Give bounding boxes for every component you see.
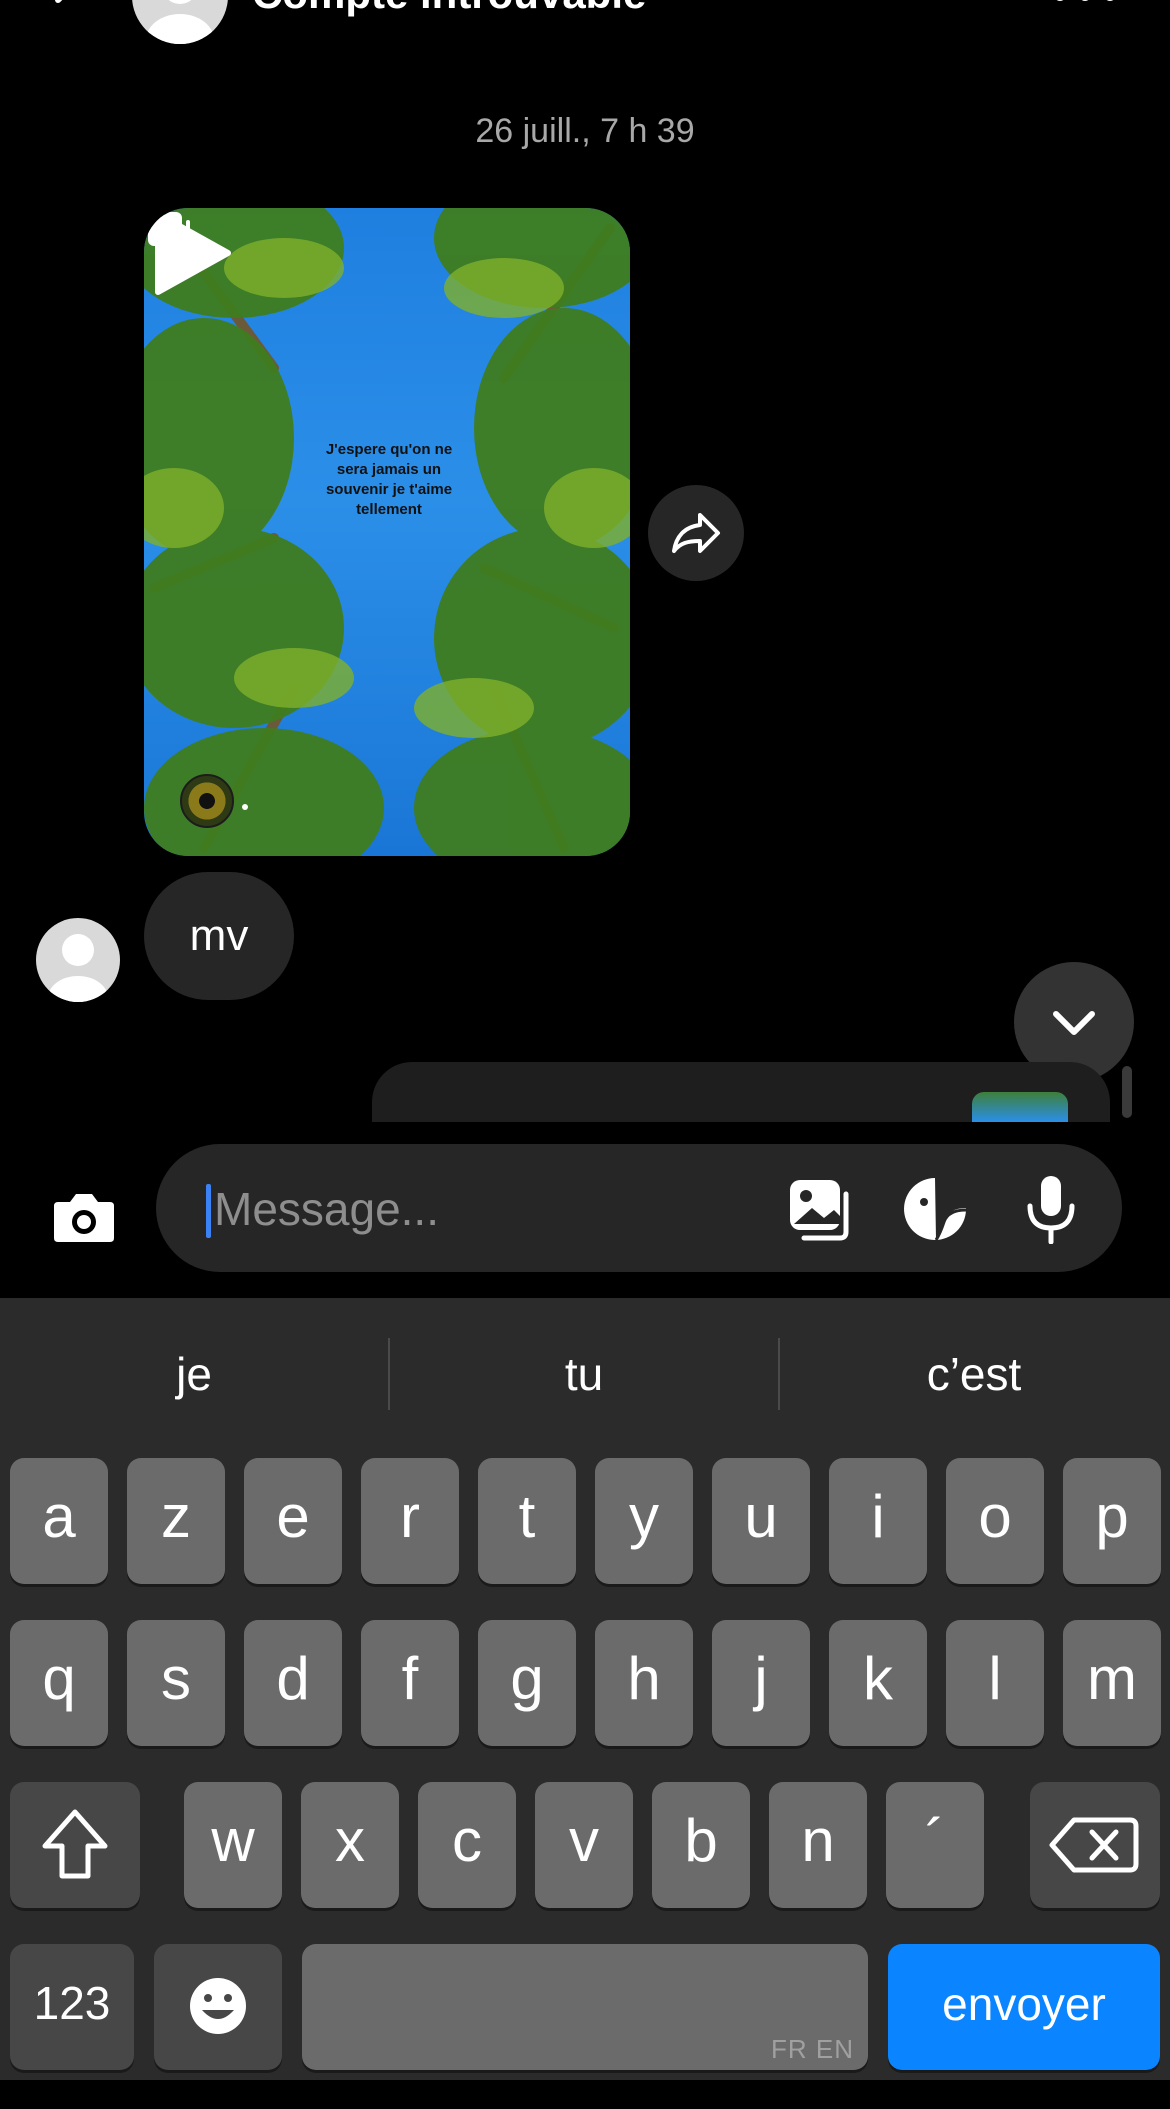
emoji-key[interactable] (154, 1944, 282, 2070)
sticker-icon[interactable] (900, 1174, 970, 1244)
backspace-icon (1049, 1817, 1139, 1873)
chat-header: Compte introuvable (0, 0, 1170, 44)
keyboard: je tu c’est a z e r t y u i o p q s d f … (0, 1298, 1170, 2080)
key-t[interactable]: t (478, 1458, 576, 1584)
partial-thumbnail (972, 1092, 1068, 1122)
key-accent[interactable]: ´ (886, 1782, 984, 1908)
camera-icon (54, 1194, 114, 1242)
back-arrow-icon[interactable] (38, 0, 98, 30)
microphone-icon[interactable] (1016, 1174, 1086, 1244)
key-u[interactable]: u (712, 1458, 810, 1584)
message-input[interactable] (212, 1166, 736, 1252)
key-x[interactable]: x (301, 1782, 399, 1908)
message-bubble[interactable]: mv (144, 872, 294, 1000)
key-c[interactable]: c (418, 1782, 516, 1908)
message-field[interactable] (156, 1144, 1122, 1272)
key-y[interactable]: y (595, 1458, 693, 1584)
default-avatar-icon (146, 0, 214, 44)
key-i[interactable]: i (829, 1458, 927, 1584)
message-composer (0, 1122, 1170, 1298)
key-j[interactable]: j (712, 1620, 810, 1746)
key-l[interactable]: l (946, 1620, 1044, 1746)
key-k[interactable]: k (829, 1620, 927, 1746)
send-key[interactable]: envoyer (888, 1944, 1160, 2070)
key-p[interactable]: p (1063, 1458, 1161, 1584)
keyboard-languages: FR EN (771, 2034, 854, 2064)
contact-name[interactable]: Compte introuvable (252, 0, 646, 18)
key-z[interactable]: z (127, 1458, 225, 1584)
more-options-icon[interactable] (1050, 0, 1120, 10)
reel-author-avatar (180, 774, 234, 828)
avatar[interactable] (132, 0, 228, 44)
key-s[interactable]: s (127, 1620, 225, 1746)
key-v[interactable]: v (535, 1782, 633, 1908)
shared-reel[interactable]: J'espere qu'on ne sera jamais un souveni… (144, 208, 630, 856)
key-w[interactable]: w (184, 1782, 282, 1908)
suggestion-2[interactable]: tu (390, 1338, 778, 1410)
text-caret (206, 1184, 211, 1238)
shift-icon (42, 1809, 108, 1879)
message-text: mv (189, 911, 249, 960)
key-m[interactable]: m (1063, 1620, 1161, 1746)
key-b[interactable]: b (652, 1782, 750, 1908)
reel-overlay-text: J'espere qu'on ne sera jamais un souveni… (325, 441, 453, 518)
key-q[interactable]: q (10, 1620, 108, 1746)
sender-avatar[interactable] (36, 918, 120, 1002)
palm-trees-image (144, 208, 630, 856)
play-icon[interactable] (144, 208, 234, 298)
key-o[interactable]: o (946, 1458, 1044, 1584)
suggestion-3[interactable]: c’est (780, 1338, 1168, 1410)
key-h[interactable]: h (595, 1620, 693, 1746)
shift-key[interactable] (10, 1782, 140, 1908)
camera-button[interactable] (48, 1180, 120, 1252)
key-r[interactable]: r (361, 1458, 459, 1584)
message-timestamp: 26 juill., 7 h 39 (475, 112, 695, 150)
share-button[interactable] (648, 485, 744, 581)
backspace-key[interactable] (1030, 1782, 1160, 1908)
reel-dot (242, 804, 248, 810)
space-key[interactable]: FR EN (302, 1944, 868, 2070)
key-e[interactable]: e (244, 1458, 342, 1584)
key-f[interactable]: f (361, 1620, 459, 1746)
key-d[interactable]: d (244, 1620, 342, 1746)
key-a[interactable]: a (10, 1458, 108, 1584)
gallery-icon[interactable] (786, 1174, 856, 1244)
suggestion-bar: je tu c’est (0, 1338, 1170, 1410)
default-avatar-icon (48, 934, 108, 1002)
share-arrow-icon (672, 513, 720, 553)
emoji-icon (190, 1978, 246, 2034)
suggestion-1[interactable]: je (0, 1338, 388, 1410)
key-n[interactable]: n (769, 1782, 867, 1908)
key-g[interactable]: g (478, 1620, 576, 1746)
scrollbar[interactable] (1122, 1066, 1132, 1118)
numbers-key[interactable]: 123 (10, 1944, 134, 2070)
